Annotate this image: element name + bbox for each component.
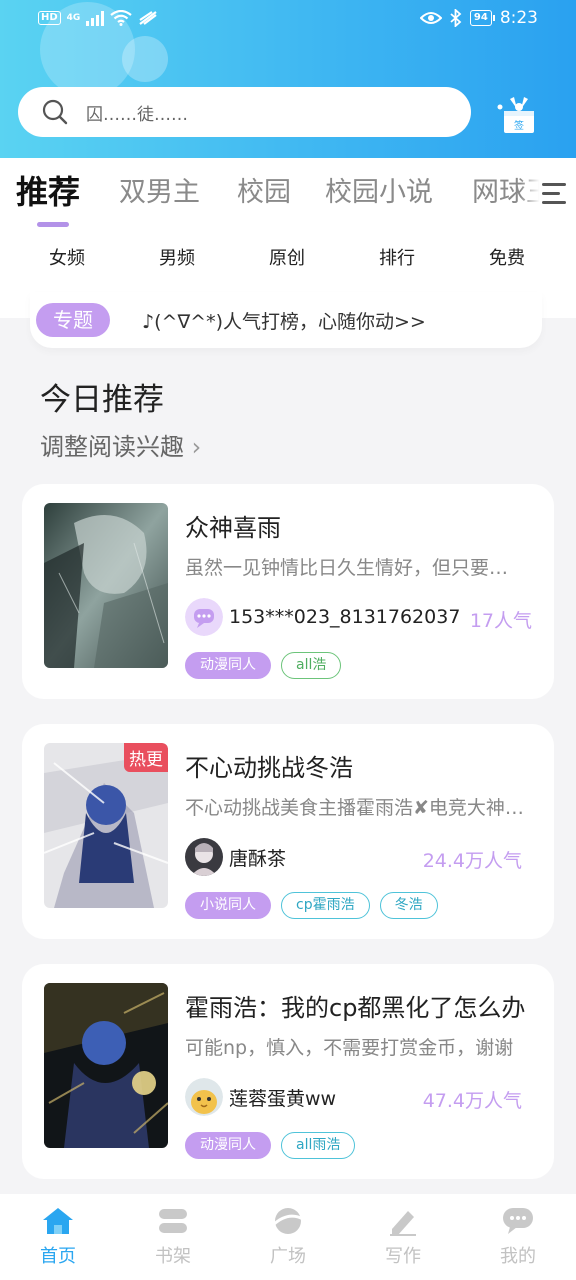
section-title: 今日推荐	[40, 382, 164, 418]
nav-me[interactable]: 我的	[478, 1204, 558, 1268]
bottom-tab-bar: 首页 书架 广场 写作 我的	[0, 1194, 576, 1280]
search-icon	[42, 99, 68, 125]
nav-me-label: 我的	[500, 1246, 536, 1267]
author-name: 153***023_8131762037	[229, 606, 461, 628]
book-tags: 动漫同人 all浩	[185, 652, 342, 679]
author-name: 唐酥茶	[229, 847, 287, 870]
signal-icon	[86, 10, 105, 26]
sub-navigation: 女频 男频 原创 排行 免费	[0, 244, 576, 270]
author-info[interactable]: 唐酥茶	[185, 837, 286, 877]
tag[interactable]: 小说同人	[185, 892, 271, 919]
avatar	[185, 1078, 223, 1116]
book-card[interactable]: 霍雨浩：我的cp都黑化了怎么办 可能np，慎入，不需要打赏金币，谢谢 莲蓉蛋黄w…	[22, 964, 554, 1179]
hot-update-badge: 热更	[124, 743, 168, 772]
tab-indicator	[37, 222, 69, 227]
topic-badge: 专题	[36, 303, 110, 337]
tag[interactable]: 动漫同人	[185, 652, 271, 679]
avatar	[185, 598, 223, 636]
plaza-icon	[271, 1208, 304, 1234]
nav-write[interactable]: 写作	[363, 1204, 443, 1268]
subnav-original[interactable]: 原创	[257, 244, 317, 270]
network-type: 4G	[66, 13, 81, 23]
book-card[interactable]: 热更 不心动挑战冬浩 不心动挑战美食主播霍雨浩✘电竞大神王冬 唐酥茶 24.4万…	[22, 724, 554, 939]
tag[interactable]: all雨浩	[281, 1132, 356, 1159]
adjust-interest-link[interactable]: 调整阅读兴趣 ›	[40, 427, 201, 462]
book-tags: 小说同人 cp霍雨浩 冬浩	[185, 892, 438, 919]
tab-campus[interactable]: 校园	[237, 170, 291, 209]
book-description: 可能np，慎入，不需要打赏金币，谢谢	[185, 1037, 514, 1059]
chat-bubble-icon	[503, 1208, 533, 1234]
category-tabs: 推荐 双男主 校园 校园小说 网球王	[0, 170, 576, 220]
bluetooth-icon	[450, 9, 462, 27]
book-description: 不心动挑战美食主播霍雨浩✘电竞大神王冬	[185, 797, 525, 819]
nav-bookshelf[interactable]: 书架	[133, 1204, 213, 1268]
decor-bubble	[122, 36, 168, 82]
hd-icon: HD	[38, 11, 61, 25]
avatar	[185, 838, 223, 876]
book-title: 众神喜雨	[185, 514, 281, 542]
chevron-right-icon: ›	[191, 433, 202, 461]
popularity: 17人气	[469, 610, 532, 632]
tag[interactable]: 动漫同人	[185, 1132, 271, 1159]
popularity: 24.4万人气	[422, 850, 522, 872]
tab-recommend[interactable]: 推荐	[16, 170, 80, 213]
battery-icon: 94	[469, 10, 495, 26]
header: HD 4G 94 8:23 囚……徒…… 签	[0, 0, 576, 158]
status-bar: HD 4G 94 8:23	[0, 0, 576, 40]
book-card[interactable]: 众神喜雨 虽然一见钟情比日久生情好，但只要能在一起就好了 153***023_8…	[22, 484, 554, 699]
hotspot-icon	[139, 11, 157, 25]
subnav-free[interactable]: 免费	[477, 244, 537, 270]
nav-home[interactable]: 首页	[18, 1204, 98, 1268]
pencil-icon	[390, 1211, 416, 1236]
tag[interactable]: 冬浩	[379, 892, 438, 919]
book-title: 不心动挑战冬浩	[185, 754, 353, 782]
book-description: 虽然一见钟情比日久生情好，但只要能在一起就好了	[185, 557, 525, 579]
topic-text: ♪(^∇^*)人气打榜，心随你动>>	[142, 310, 426, 333]
menu-icon	[542, 182, 566, 204]
tab-double-male[interactable]: 双男主	[119, 170, 200, 209]
book-cover: 热更	[44, 743, 168, 908]
nav-plaza-label: 广场	[270, 1246, 306, 1267]
book-cover	[44, 503, 168, 668]
topic-banner[interactable]: 专题 ♪(^∇^*)人气打榜，心随你动>>	[30, 292, 542, 348]
tab-campus-novel[interactable]: 校园小说	[325, 170, 433, 209]
home-icon	[43, 1208, 73, 1234]
author-info[interactable]: 153***023_8131762037	[185, 597, 460, 637]
book-cover	[44, 983, 168, 1148]
wifi-icon	[110, 10, 133, 26]
nav-plaza[interactable]: 广场	[248, 1204, 328, 1268]
sign-in-label: 签	[514, 119, 524, 132]
subnav-ranking[interactable]: 排行	[367, 244, 427, 270]
nav-write-label: 写作	[385, 1246, 421, 1267]
book-tags: 动漫同人 all雨浩	[185, 1132, 356, 1159]
nav-home-label: 首页	[40, 1246, 76, 1267]
adjust-interest-label: 调整阅读兴趣	[40, 433, 184, 461]
author-name: 莲蓉蛋黄ww	[229, 1087, 337, 1110]
eye-icon	[419, 12, 442, 24]
clock: 8:23	[499, 8, 538, 28]
search-bar[interactable]: 囚……徒……	[18, 87, 471, 137]
popularity: 47.4万人气	[422, 1090, 522, 1112]
tabs-menu-button[interactable]	[520, 166, 576, 220]
nav-bookshelf-label: 书架	[155, 1246, 191, 1267]
tag[interactable]: all浩	[281, 652, 342, 679]
sign-in-gift-icon[interactable]: 签	[495, 93, 541, 137]
author-info[interactable]: 莲蓉蛋黄ww	[185, 1077, 336, 1117]
subnav-female[interactable]: 女频	[37, 244, 97, 270]
book-title: 霍雨浩：我的cp都黑化了怎么办	[185, 994, 526, 1022]
subnav-male[interactable]: 男频	[147, 244, 207, 270]
bookshelf-icon	[159, 1209, 187, 1233]
tag[interactable]: cp霍雨浩	[281, 892, 370, 919]
search-placeholder: 囚……徒……	[86, 104, 188, 125]
